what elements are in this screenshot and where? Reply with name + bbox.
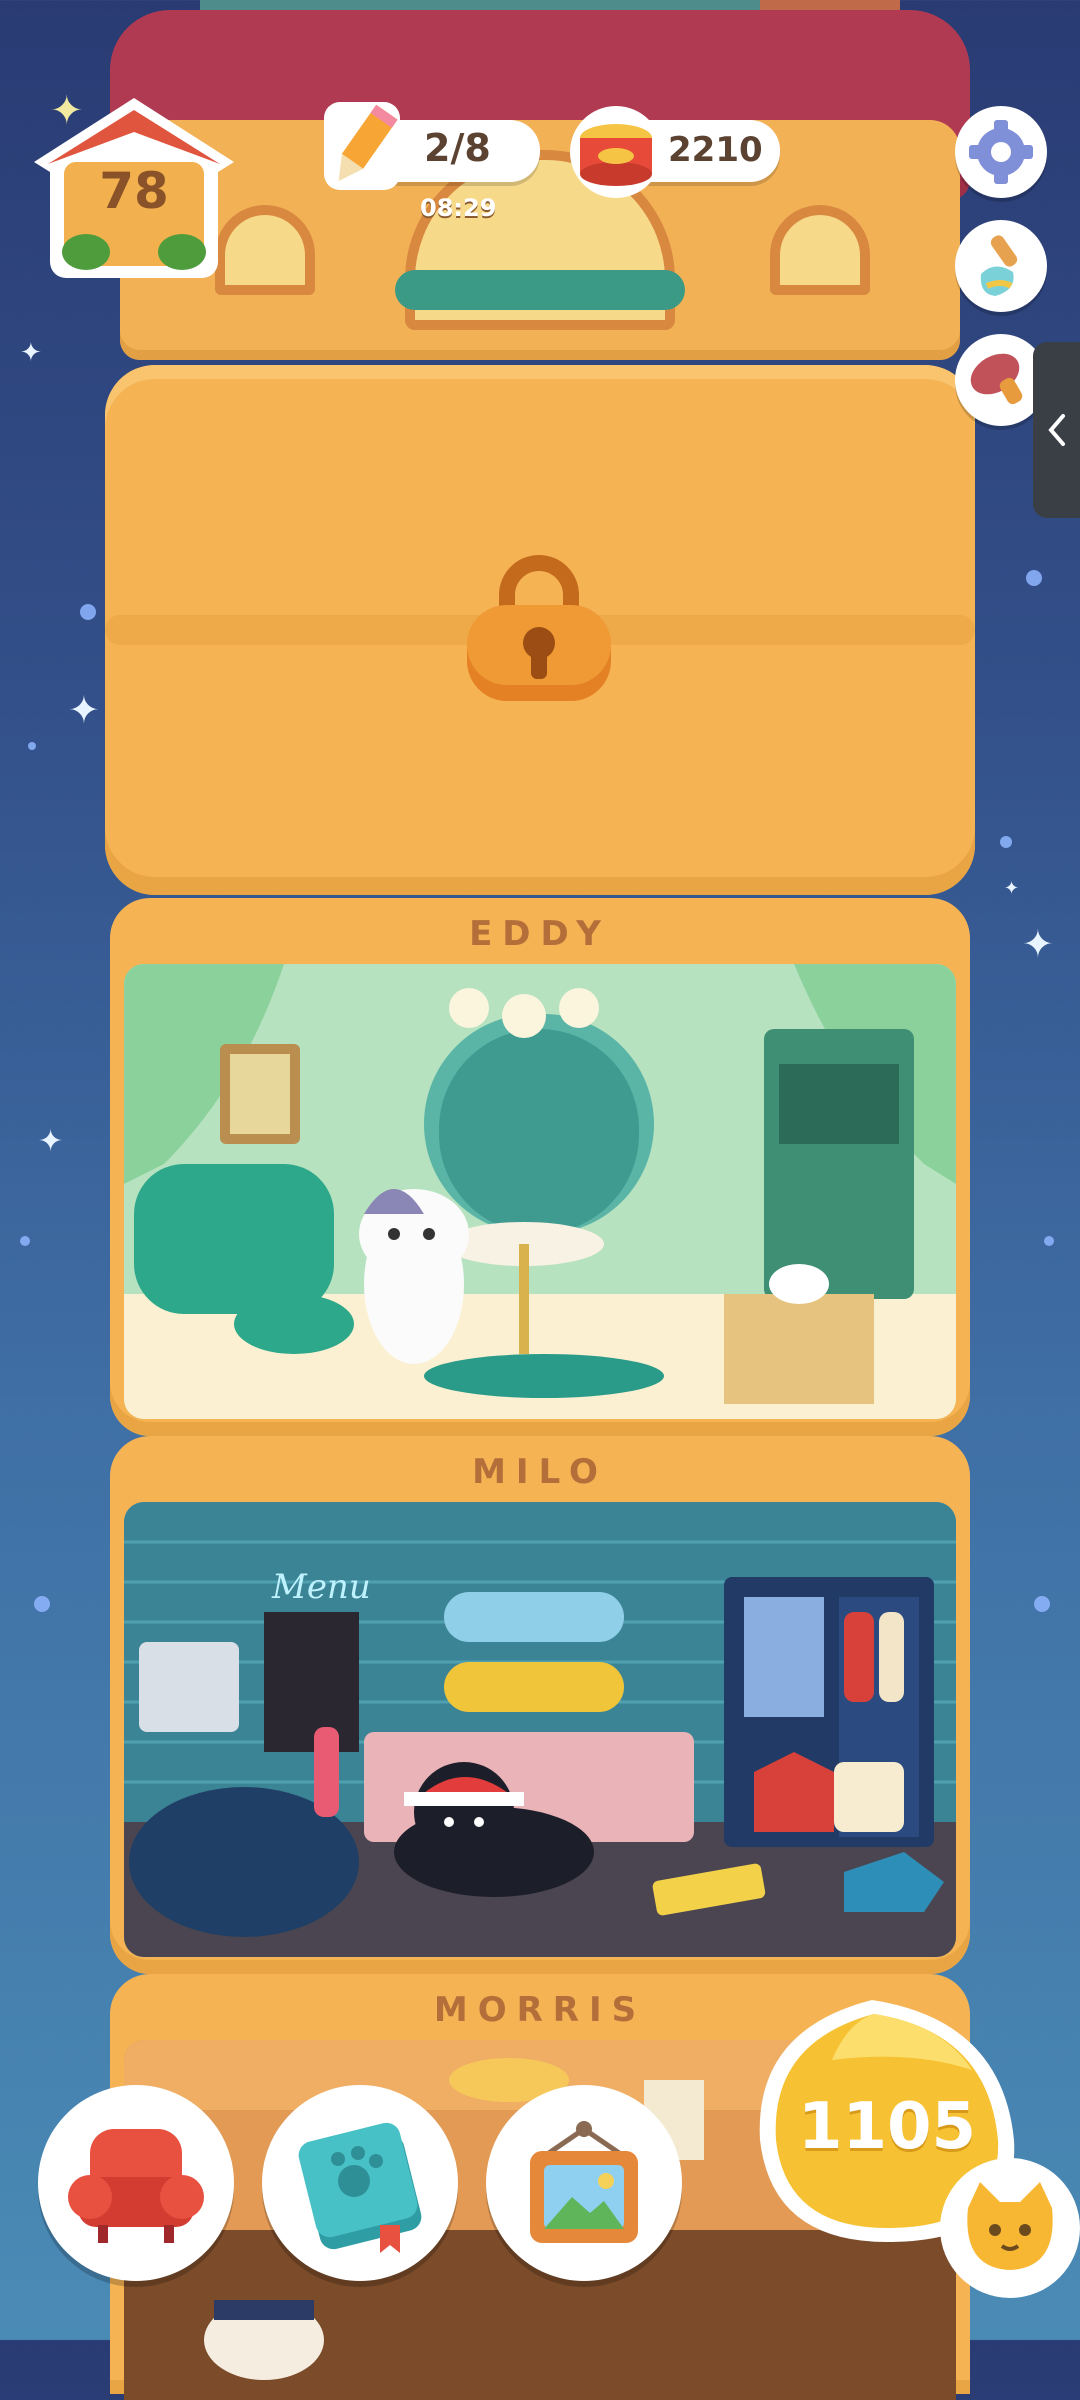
pencil-timer: 08:29 bbox=[420, 194, 497, 222]
window-planter bbox=[395, 270, 685, 310]
fish-can-icon bbox=[568, 104, 664, 200]
eddy-room-scene bbox=[124, 964, 956, 1419]
furniture-armchair-icon bbox=[68, 2129, 204, 2243]
sparkle-star: ✦ bbox=[68, 688, 100, 732]
decorate-button[interactable] bbox=[955, 220, 1047, 312]
sparkle-star: ✦ bbox=[1004, 878, 1020, 899]
paint-brush-icon bbox=[980, 235, 1018, 296]
side-drawer-tab[interactable] bbox=[1033, 342, 1080, 518]
house-level-value: 78 bbox=[99, 162, 169, 220]
gem-value: 1105 bbox=[797, 2090, 977, 2164]
paw-journal-icon bbox=[298, 2122, 422, 2253]
milo-room-scene: Menu bbox=[124, 1502, 956, 1957]
cat-face-icon bbox=[967, 2182, 1053, 2270]
star-dot bbox=[1034, 1596, 1050, 1612]
star-dot bbox=[34, 1596, 50, 1612]
attic-window-right bbox=[770, 205, 870, 295]
settings-gear-icon bbox=[969, 120, 1033, 184]
attic-room bbox=[120, 120, 960, 360]
settings-button[interactable] bbox=[955, 106, 1047, 198]
star-dot bbox=[1000, 836, 1012, 848]
journal-button[interactable] bbox=[262, 2085, 458, 2281]
cat-profile-button[interactable] bbox=[940, 2158, 1080, 2298]
room-eddy[interactable]: EDDY bbox=[110, 898, 970, 1436]
star-dot bbox=[20, 1236, 30, 1246]
star-dot bbox=[80, 604, 96, 620]
star-dot bbox=[28, 742, 36, 750]
picture-frame-icon bbox=[530, 2121, 638, 2243]
menu-neon-sign: Menu bbox=[271, 1567, 371, 1607]
cans-value: 2210 bbox=[668, 130, 763, 170]
chevron-left-icon bbox=[1048, 414, 1065, 446]
star-dot bbox=[1026, 570, 1042, 586]
star-dot bbox=[1044, 1236, 1054, 1246]
room-milo[interactable]: MILO Menu bbox=[110, 1436, 970, 1974]
sparkle-star: ✦ bbox=[38, 1124, 64, 1159]
gallery-button[interactable] bbox=[486, 2085, 682, 2281]
house-level-badge[interactable]: 78 bbox=[30, 92, 238, 282]
padlock-icon[interactable] bbox=[463, 555, 615, 705]
sparkle-star: ✦ bbox=[1022, 922, 1054, 966]
pencil-icon bbox=[318, 96, 406, 196]
room-name-eddy: EDDY bbox=[469, 914, 611, 954]
furniture-button[interactable] bbox=[38, 2085, 234, 2281]
sparkle-star: ✦ bbox=[20, 338, 42, 368]
room-name-milo: MILO bbox=[472, 1452, 608, 1492]
pencil-progress: 2/8 bbox=[424, 126, 491, 170]
